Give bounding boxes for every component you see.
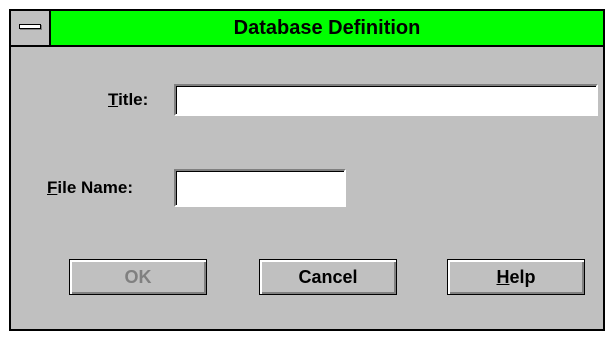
file-name-input[interactable] (174, 169, 346, 207)
system-menu-icon (19, 24, 41, 29)
file-name-label: File Name: (47, 178, 133, 197)
system-menu-button[interactable] (11, 11, 51, 45)
title-input[interactable] (174, 84, 598, 116)
title-bar: Database Definition (11, 11, 603, 47)
dialog-title: Database Definition (233, 17, 421, 39)
title-label: Title: (108, 90, 149, 109)
cancel-button[interactable]: Cancel (259, 259, 397, 295)
ok-button[interactable]: OK (69, 259, 207, 295)
help-button[interactable]: Help (447, 259, 585, 295)
database-definition-dialog: Database Definition Title: File Name: OK… (9, 9, 605, 331)
